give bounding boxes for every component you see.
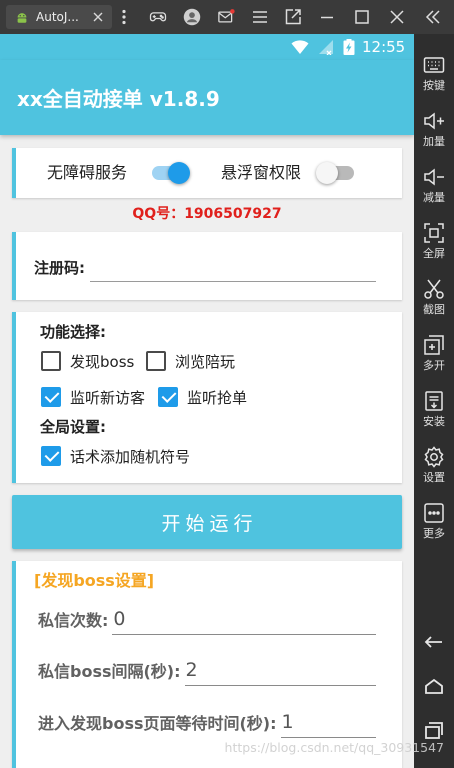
tab-title: AutoJ... bbox=[36, 10, 79, 24]
start-button-label: 开始运行 bbox=[161, 512, 258, 535]
message-count-input[interactable]: 0 bbox=[112, 606, 376, 635]
option-listen-grab-order[interactable]: 监听抢单 bbox=[158, 385, 247, 409]
gamepad-icon[interactable] bbox=[149, 8, 167, 26]
sidebar-label: 多开 bbox=[423, 359, 445, 372]
sidebar-label: 全屏 bbox=[423, 247, 445, 260]
sidebar-label: 加量 bbox=[423, 135, 445, 148]
checkbox[interactable] bbox=[41, 351, 61, 371]
status-bar: 12:55 bbox=[0, 34, 414, 60]
close-icon[interactable] bbox=[388, 8, 406, 26]
back-icon[interactable] bbox=[423, 631, 445, 653]
sidebar-item-volume-down[interactable]: 减量 bbox=[414, 159, 454, 215]
field-label: 进入发现boss页面等待时间(秒): bbox=[38, 714, 277, 733]
option-label: 监听抢单 bbox=[187, 388, 248, 407]
sidebar-label: 安装 bbox=[423, 415, 445, 428]
sidebar-label: 减量 bbox=[423, 191, 445, 204]
home-icon[interactable] bbox=[423, 675, 445, 697]
start-button[interactable]: 开始运行 bbox=[12, 495, 402, 549]
watermark: https://blog.csdn.net/qq_30931547 bbox=[224, 740, 444, 755]
checkbox[interactable] bbox=[146, 351, 166, 371]
field-label: 私信次数: bbox=[38, 611, 109, 630]
sidebar-label: 设置 bbox=[423, 471, 445, 484]
sidebar-label: 更多 bbox=[423, 527, 445, 540]
mail-icon[interactable] bbox=[217, 8, 235, 26]
option-label: 发现boss bbox=[70, 352, 135, 371]
switch-thumb bbox=[168, 162, 190, 184]
more-vertical-icon[interactable] bbox=[115, 8, 133, 26]
app-bar: xx全自动接单 v1.8.9 bbox=[0, 60, 414, 135]
checkbox[interactable] bbox=[41, 446, 61, 466]
maximize-icon[interactable] bbox=[353, 8, 371, 26]
emulator-title-bar: AutoJ... bbox=[0, 0, 454, 34]
user-icon[interactable] bbox=[183, 8, 201, 26]
status-time: 12:55 bbox=[362, 38, 406, 56]
mail-badge bbox=[230, 9, 235, 14]
features-heading: 功能选择: bbox=[40, 323, 106, 341]
features-card: 功能选择: 发现boss 浏览陪玩 监听新访客 监听抢单 全局设置: 话术添加随… bbox=[12, 312, 402, 483]
minimize-icon[interactable] bbox=[318, 8, 336, 26]
volume-up-icon bbox=[422, 109, 446, 133]
page-wait-time-field: 进入发现boss页面等待时间(秒): 1 bbox=[38, 706, 376, 738]
collapse-sidebar-icon[interactable] bbox=[424, 8, 442, 26]
sidebar-label: 按键 bbox=[423, 79, 445, 92]
checkbox[interactable] bbox=[41, 387, 61, 407]
qq-contact-text: QQ号：1906507927 bbox=[132, 206, 282, 222]
android-icon bbox=[15, 10, 29, 24]
boss-settings-card: [发现boss设置] 私信次数: 0 私信boss间隔(秒): 2 进入发现bo… bbox=[12, 561, 402, 768]
emulator-sidebar: 按键 加量 减量 全屏 截图 多开 安装 设置 更多 bbox=[414, 34, 454, 768]
app-tab[interactable]: AutoJ... bbox=[6, 5, 112, 29]
option-listen-new-visitor[interactable]: 监听新访客 bbox=[41, 385, 145, 409]
export-icon[interactable] bbox=[284, 8, 302, 26]
app-title: xx全自动接单 v1.8.9 bbox=[17, 87, 220, 111]
sidebar-item-install[interactable]: 安装 bbox=[414, 383, 454, 439]
accessibility-service-switch[interactable] bbox=[150, 161, 190, 185]
register-code-input[interactable] bbox=[90, 259, 376, 282]
sidebar-item-more[interactable]: 更多 bbox=[414, 495, 454, 551]
field-label: 私信boss间隔(秒): bbox=[38, 662, 181, 681]
option-random-symbol[interactable]: 话术添加随机符号 bbox=[41, 444, 190, 468]
overlay-permission-switch[interactable] bbox=[316, 161, 356, 185]
accessibility-service-label: 无障碍服务 bbox=[47, 163, 128, 182]
sidebar-item-screenshot[interactable]: 截图 bbox=[414, 271, 454, 327]
tab-close-icon[interactable] bbox=[92, 11, 104, 23]
checkbox[interactable] bbox=[158, 387, 178, 407]
sidebar-item-settings[interactable]: 设置 bbox=[414, 439, 454, 495]
gear-icon bbox=[422, 445, 446, 469]
sidebar-item-fullscreen[interactable]: 全屏 bbox=[414, 215, 454, 271]
wifi-icon bbox=[291, 39, 309, 55]
message-count-field: 私信次数: 0 bbox=[38, 603, 376, 635]
switch-thumb bbox=[316, 162, 338, 184]
recent-apps-icon[interactable] bbox=[423, 719, 445, 741]
apk-install-icon bbox=[422, 389, 446, 413]
battery-charging-icon bbox=[343, 39, 355, 55]
sidebar-label: 截图 bbox=[423, 303, 445, 316]
option-discover-boss[interactable]: 发现boss bbox=[41, 349, 134, 373]
register-code-label: 注册码: bbox=[34, 259, 85, 277]
option-label: 话术添加随机符号 bbox=[70, 447, 191, 466]
volume-down-icon bbox=[422, 165, 446, 189]
page-wait-time-input[interactable]: 1 bbox=[280, 709, 376, 738]
boss-settings-heading: [发现boss设置] bbox=[34, 571, 155, 590]
register-card: 注册码: bbox=[12, 232, 402, 300]
multi-instance-icon bbox=[422, 333, 446, 357]
message-interval-field: 私信boss间隔(秒): 2 bbox=[38, 654, 376, 686]
global-settings-heading: 全局设置: bbox=[40, 418, 106, 436]
keyboard-icon bbox=[422, 53, 446, 77]
option-browse-companion[interactable]: 浏览陪玩 bbox=[146, 349, 235, 373]
permissions-card: 无障碍服务 悬浮窗权限 bbox=[12, 148, 402, 198]
signal-icon bbox=[318, 39, 334, 55]
menu-icon[interactable] bbox=[251, 8, 269, 26]
overlay-permission-label: 悬浮窗权限 bbox=[221, 163, 302, 182]
more-icon bbox=[422, 501, 446, 525]
phone-screen: 12:55 xx全自动接单 v1.8.9 无障碍服务 悬浮窗权限 QQ号：190… bbox=[0, 34, 414, 768]
option-label: 监听新访客 bbox=[70, 388, 146, 407]
fullscreen-icon bbox=[422, 221, 446, 245]
message-interval-input[interactable]: 2 bbox=[184, 657, 376, 686]
sidebar-item-volume-up[interactable]: 加量 bbox=[414, 103, 454, 159]
sidebar-item-multi-instance[interactable]: 多开 bbox=[414, 327, 454, 383]
option-label: 浏览陪玩 bbox=[175, 352, 236, 371]
scissors-icon bbox=[422, 277, 446, 301]
sidebar-item-keys[interactable]: 按键 bbox=[414, 47, 454, 103]
